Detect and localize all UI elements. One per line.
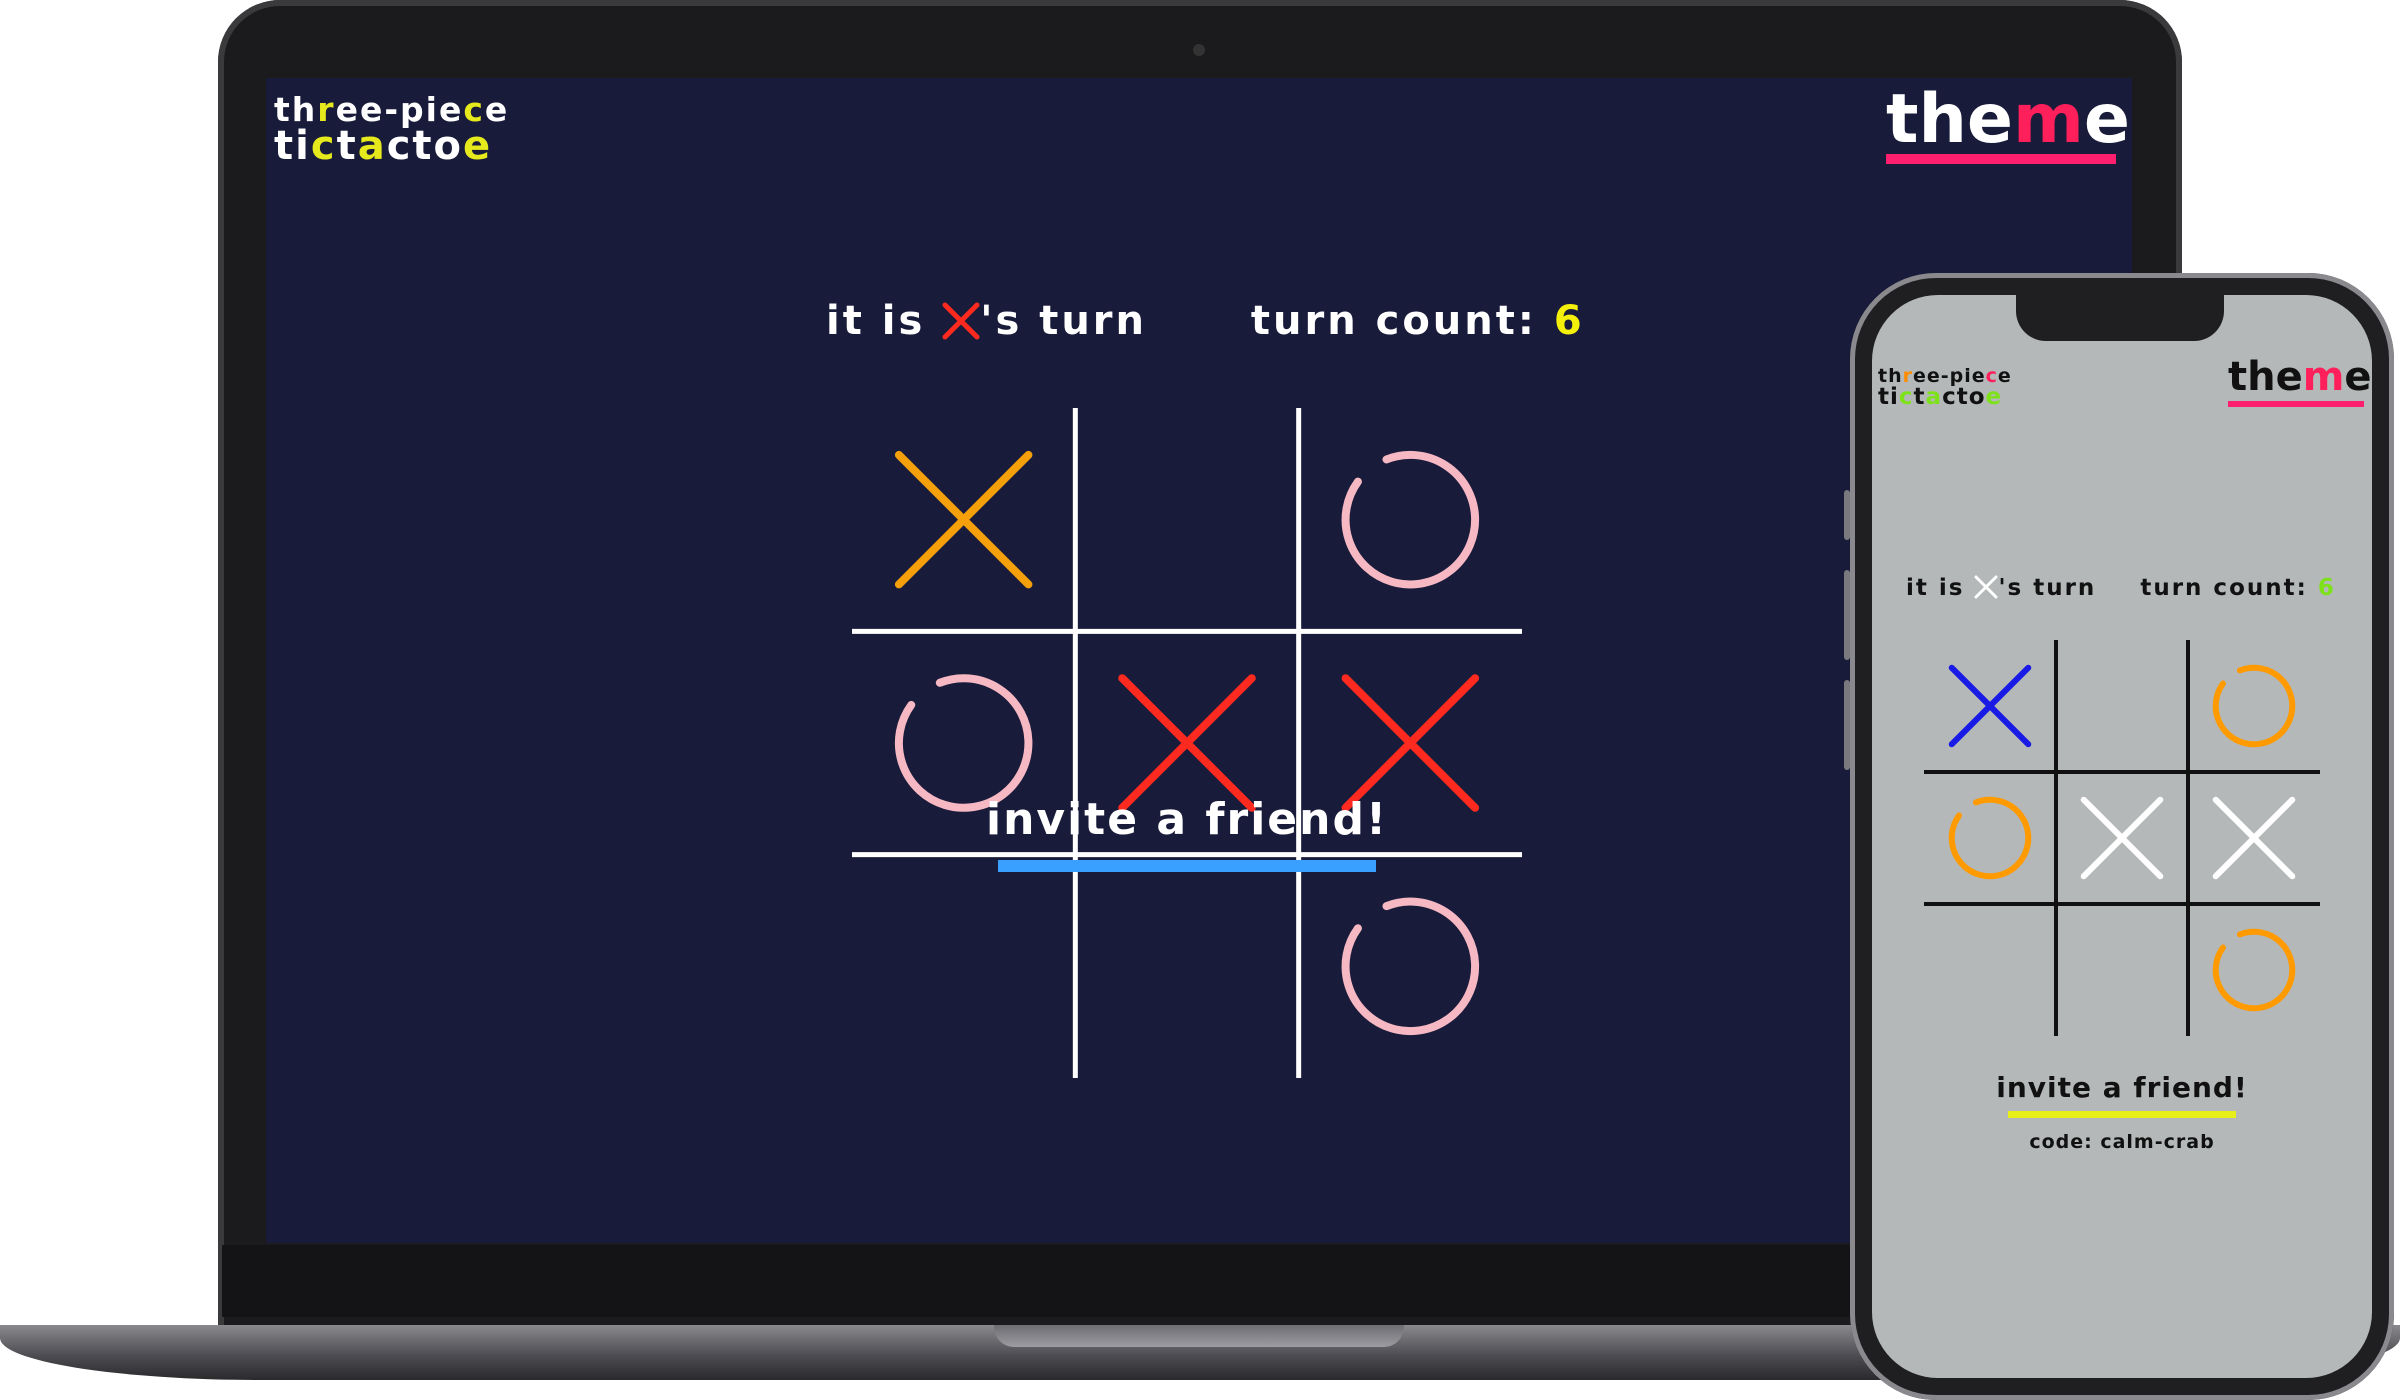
invite-friend-link[interactable]: invite a friend! (1972, 1071, 2272, 1104)
turn-count-label: turn count: (1250, 298, 1537, 344)
logo-line-2: tictactoe (274, 123, 493, 169)
room-code: code: calm-crab (2029, 1131, 2215, 1153)
board-cell[interactable] (1299, 408, 1522, 631)
phone-screen: three-piece tictactoe theme it is 's tur… (1872, 295, 2372, 1378)
game-board (1924, 640, 2320, 1036)
turn-suffix: 's turn (980, 298, 1147, 344)
board-cell[interactable] (2056, 640, 2188, 772)
turn-prefix: it is (826, 298, 926, 344)
app-logo[interactable]: three-piece tictactoe (274, 93, 509, 166)
logo-line-1: three-piece (274, 90, 510, 129)
board-cell[interactable] (852, 408, 1075, 631)
board-cell[interactable] (2188, 640, 2320, 772)
turn-count-value: 6 (2317, 575, 2336, 601)
app-logo[interactable]: three-piece tictactoe (1878, 367, 2012, 409)
theme-button[interactable]: theme (2228, 357, 2372, 397)
turn-status: it is 's turn turn count: 6 (826, 298, 1585, 344)
board-cell[interactable] (1924, 904, 2056, 1036)
game-board (852, 408, 1522, 1078)
current-player-x-icon (942, 302, 980, 340)
turn-suffix: 's turn (1998, 575, 2097, 601)
board-cell[interactable] (852, 855, 1075, 1078)
phone-notch (2016, 295, 2224, 341)
board-cell[interactable] (1075, 408, 1298, 631)
theme-underline (1886, 154, 2116, 164)
board-cell[interactable] (2056, 772, 2188, 904)
board-cell[interactable] (1075, 855, 1298, 1078)
turn-status: it is 's turn turn count: 6 (1906, 575, 2336, 601)
current-player-x-icon (1974, 575, 1998, 599)
turn-count-value: 6 (1553, 298, 1585, 344)
theme-underline (2228, 401, 2364, 407)
board-cell[interactable] (2188, 904, 2320, 1036)
turn-count-label: turn count: (2140, 575, 2308, 601)
laptop-hinge (994, 1325, 1404, 1347)
theme-button[interactable]: theme (1886, 86, 2130, 154)
logo-line-2: tictactoe (1878, 384, 2003, 410)
board-cell[interactable] (1924, 640, 2056, 772)
board-cell[interactable] (2188, 772, 2320, 904)
board-cell[interactable] (2056, 904, 2188, 1036)
invite-friend-link[interactable]: invite a friend! (986, 794, 1386, 845)
invite-underline (998, 860, 1376, 872)
turn-prefix: it is (1906, 575, 1965, 601)
board-cell[interactable] (1924, 772, 2056, 904)
invite-underline (2008, 1111, 2236, 1118)
board-cell[interactable] (1299, 855, 1522, 1078)
laptop-camera (1193, 44, 1205, 56)
